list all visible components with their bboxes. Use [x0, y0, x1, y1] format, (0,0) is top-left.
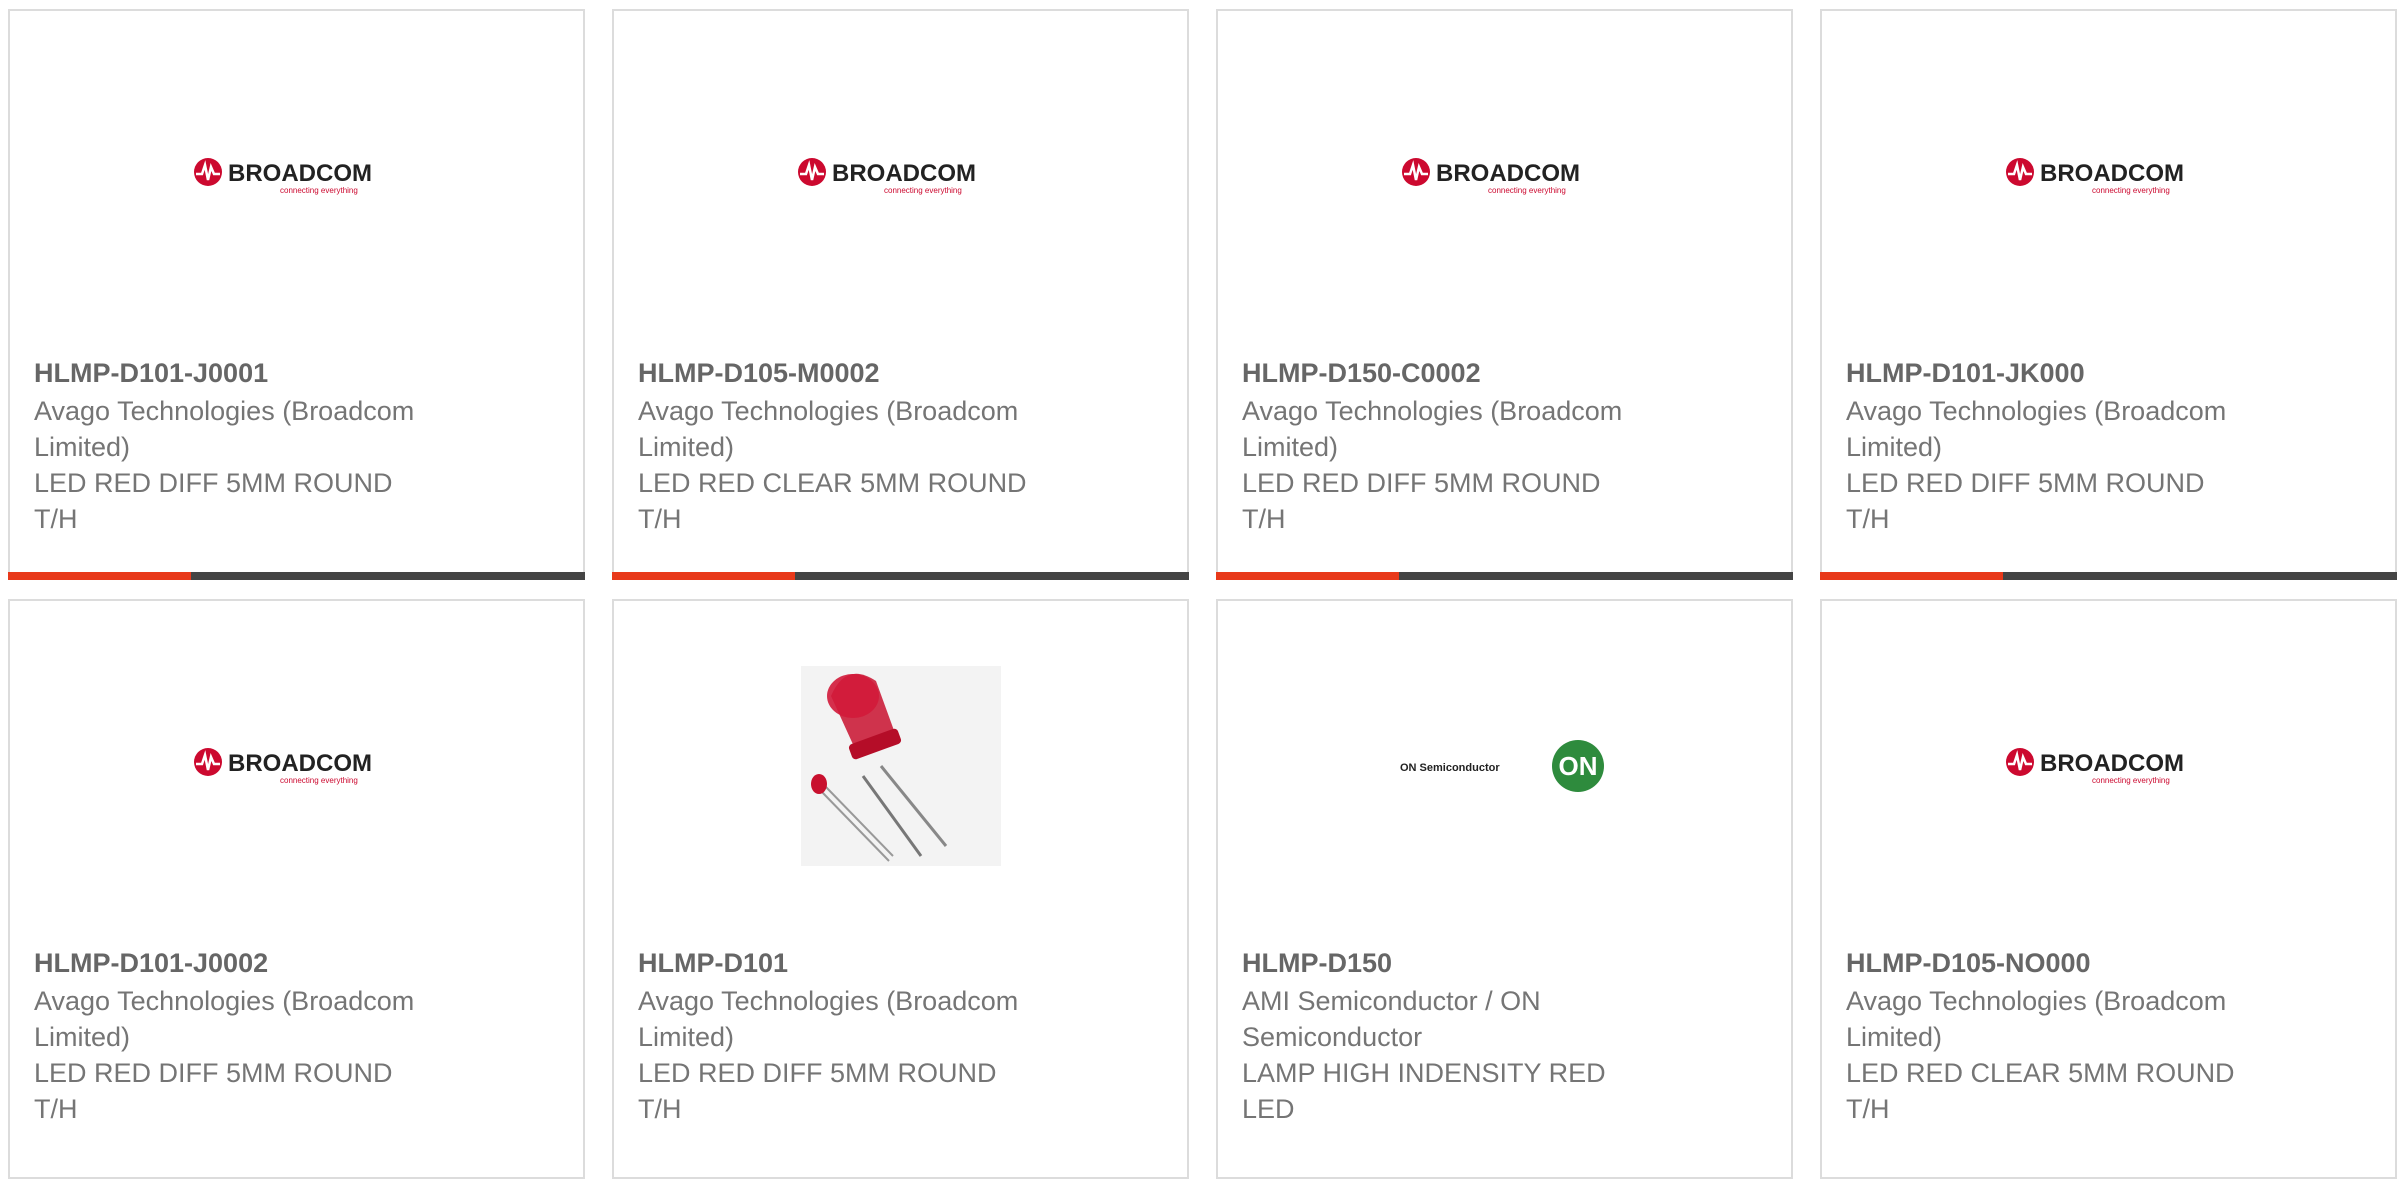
- description-line-2: T/H: [638, 504, 682, 534]
- card-accent-bar: [8, 572, 585, 580]
- manufacturer-line-2: Semiconductor: [1242, 1022, 1423, 1052]
- product-image[interactable]: BROADCOM connecting everything: [1822, 11, 2395, 341]
- description-line-2: LED: [1242, 1094, 1295, 1124]
- description-line-1: LAMP HIGH INDENSITY RED: [1242, 1058, 1606, 1088]
- manufacturer-line-1: Avago Technologies (Broadcom: [34, 396, 415, 426]
- product-image[interactable]: BROADCOM connecting everything: [10, 11, 583, 341]
- product-card[interactable]: BROADCOM connecting everything HLMP-D105…: [1820, 599, 2397, 1179]
- product-info: HLMP-D101-JK000 Avago Technologies (Broa…: [1846, 355, 2276, 537]
- description-line-2: T/H: [1846, 504, 1890, 534]
- broadcom-wordmark: BROADCOM: [1436, 160, 1580, 187]
- product-info: HLMP-D101-J0001 Avago Technologies (Broa…: [34, 355, 464, 537]
- part-number-link[interactable]: HLMP-D101: [638, 945, 1068, 981]
- on-semiconductor-wordmark: ON Semiconductor: [1400, 762, 1500, 774]
- description-line-1: LED RED DIFF 5MM ROUND: [638, 1058, 997, 1088]
- description-line-2: T/H: [1846, 1094, 1890, 1124]
- manufacturer-line-2: Limited): [34, 1022, 131, 1052]
- description-line-1: LED RED CLEAR 5MM ROUND: [638, 468, 1027, 498]
- product-card[interactable]: BROADCOM connecting everything HLMP-D101…: [8, 599, 585, 1179]
- product-image[interactable]: ON Semiconductor ON: [1218, 601, 1791, 931]
- broadcom-logo: BROADCOM connecting everything: [797, 158, 976, 195]
- broadcom-wordmark: BROADCOM: [2040, 160, 2184, 187]
- manufacturer-line-1: Avago Technologies (Broadcom: [34, 986, 415, 1016]
- product-grid: BROADCOM connecting everything HLMP-D101…: [0, 0, 2400, 1179]
- description-line-2: T/H: [34, 504, 78, 534]
- broadcom-tagline: connecting everything: [2092, 776, 2170, 785]
- broadcom-tagline: connecting everything: [280, 186, 358, 195]
- description-line-1: LED RED DIFF 5MM ROUND: [1242, 468, 1601, 498]
- product-image[interactable]: BROADCOM connecting everything: [10, 601, 583, 931]
- broadcom-tagline: connecting everything: [884, 186, 962, 195]
- part-number-link[interactable]: HLMP-D101-JK000: [1846, 355, 2276, 391]
- part-number-link[interactable]: HLMP-D105-M0002: [638, 355, 1068, 391]
- on-logo-mark: ON: [1558, 751, 1597, 781]
- product-image[interactable]: [614, 601, 1187, 931]
- product-card[interactable]: BROADCOM connecting everything HLMP-D105…: [612, 9, 1189, 580]
- product-info: HLMP-D150 AMI Semiconductor / ON Semicon…: [1242, 945, 1672, 1127]
- product-card[interactable]: HLMP-D101 Avago Technologies (Broadcom L…: [612, 599, 1189, 1179]
- part-number-link[interactable]: HLMP-D105-NO000: [1846, 945, 2276, 981]
- broadcom-logo: BROADCOM connecting everything: [193, 748, 372, 785]
- description-line-1: LED RED DIFF 5MM ROUND: [1846, 468, 2205, 498]
- manufacturer-line-2: Limited): [1242, 432, 1339, 462]
- product-info: HLMP-D101 Avago Technologies (Broadcom L…: [638, 945, 1068, 1127]
- manufacturer-line-1: Avago Technologies (Broadcom: [638, 396, 1019, 426]
- description-line-2: T/H: [638, 1094, 682, 1124]
- broadcom-wordmark: BROADCOM: [2040, 750, 2184, 777]
- manufacturer-line-2: Limited): [34, 432, 131, 462]
- product-info: HLMP-D101-J0002 Avago Technologies (Broa…: [34, 945, 464, 1127]
- broadcom-tagline: connecting everything: [280, 776, 358, 785]
- broadcom-wordmark: BROADCOM: [228, 750, 372, 777]
- broadcom-wordmark: BROADCOM: [832, 160, 976, 187]
- product-card[interactable]: BROADCOM connecting everything HLMP-D101…: [8, 9, 585, 580]
- manufacturer-line-1: Avago Technologies (Broadcom: [638, 986, 1019, 1016]
- part-number-link[interactable]: HLMP-D150: [1242, 945, 1672, 981]
- broadcom-logo: BROADCOM connecting everything: [2005, 158, 2184, 195]
- card-accent-bar: [1820, 572, 2397, 580]
- product-image[interactable]: BROADCOM connecting everything: [1218, 11, 1791, 341]
- on-semiconductor-logo: ON Semiconductor ON: [1400, 740, 1604, 792]
- product-image[interactable]: BROADCOM connecting everything: [1822, 601, 2395, 931]
- manufacturer-line-2: Limited): [638, 1022, 735, 1052]
- part-number-link[interactable]: HLMP-D101-J0001: [34, 355, 464, 391]
- description-line-1: LED RED CLEAR 5MM ROUND: [1846, 1058, 2235, 1088]
- broadcom-logo: BROADCOM connecting everything: [193, 158, 372, 195]
- manufacturer-line-2: Limited): [1846, 1022, 1943, 1052]
- part-number-link[interactable]: HLMP-D101-J0002: [34, 945, 464, 981]
- card-accent-bar: [1216, 572, 1793, 580]
- product-info: HLMP-D105-M0002 Avago Technologies (Broa…: [638, 355, 1068, 537]
- product-info: HLMP-D150-C0002 Avago Technologies (Broa…: [1242, 355, 1672, 537]
- manufacturer-line-1: Avago Technologies (Broadcom: [1242, 396, 1623, 426]
- description-line-1: LED RED DIFF 5MM ROUND: [34, 1058, 393, 1088]
- broadcom-tagline: connecting everything: [1488, 186, 1566, 195]
- description-line-1: LED RED DIFF 5MM ROUND: [34, 468, 393, 498]
- product-image[interactable]: BROADCOM connecting everything: [614, 11, 1187, 341]
- product-card[interactable]: BROADCOM connecting everything HLMP-D150…: [1216, 9, 1793, 580]
- description-line-2: T/H: [1242, 504, 1286, 534]
- red-led-photo: [800, 666, 1001, 866]
- manufacturer-line-2: Limited): [1846, 432, 1943, 462]
- description-line-2: T/H: [34, 1094, 78, 1124]
- broadcom-wordmark: BROADCOM: [228, 160, 372, 187]
- manufacturer-line-1: AMI Semiconductor / ON: [1242, 986, 1541, 1016]
- part-number-link[interactable]: HLMP-D150-C0002: [1242, 355, 1672, 391]
- card-accent-bar: [612, 572, 1189, 580]
- manufacturer-line-2: Limited): [638, 432, 735, 462]
- product-card[interactable]: ON Semiconductor ON HLMP-D150 AMI Semico…: [1216, 599, 1793, 1179]
- broadcom-logo: BROADCOM connecting everything: [2005, 748, 2184, 785]
- manufacturer-line-1: Avago Technologies (Broadcom: [1846, 396, 2227, 426]
- broadcom-logo: BROADCOM connecting everything: [1401, 158, 1580, 195]
- product-card[interactable]: BROADCOM connecting everything HLMP-D101…: [1820, 9, 2397, 580]
- manufacturer-line-1: Avago Technologies (Broadcom: [1846, 986, 2227, 1016]
- product-info: HLMP-D105-NO000 Avago Technologies (Broa…: [1846, 945, 2276, 1127]
- broadcom-tagline: connecting everything: [2092, 186, 2170, 195]
